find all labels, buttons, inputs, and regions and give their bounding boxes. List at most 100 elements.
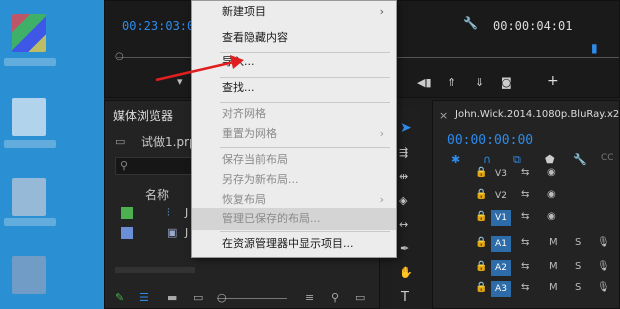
- annotation-arrow-icon: [155, 55, 244, 82]
- desktop-app-icon[interactable]: [12, 256, 46, 294]
- desktop-file-icon[interactable]: [12, 98, 46, 136]
- captions-icon[interactable]: CC: [601, 153, 614, 163]
- menu-item-view-hidden[interactable]: 查看隐藏内容: [192, 27, 396, 49]
- sync-lock-icon[interactable]: ⇆: [521, 261, 529, 272]
- lock-icon[interactable]: 🔒: [475, 261, 487, 272]
- type-tool-icon[interactable]: T: [401, 290, 409, 305]
- solo-button[interactable]: S: [575, 261, 581, 272]
- zoom-slider-handle[interactable]: ○: [217, 291, 227, 304]
- sequence-tab[interactable]: John.Wick.2014.1080p.BluRay.x264-SP: [455, 109, 620, 120]
- icon-view-icon[interactable]: ▬: [167, 291, 177, 304]
- search-bin-icon[interactable]: ⚲: [331, 291, 339, 304]
- track-label[interactable]: V1: [491, 210, 511, 226]
- mute-button[interactable]: M: [549, 261, 558, 272]
- ripple-edit-icon[interactable]: ⇹: [399, 170, 408, 183]
- zoom-slider[interactable]: [217, 298, 287, 299]
- color-label: [121, 227, 133, 239]
- horizontal-scrollbar[interactable]: [115, 267, 195, 273]
- track-v1[interactable]: 🔒 V1 ⇆ ◉: [433, 208, 620, 228]
- menu-item-label: 重置为网格: [222, 127, 277, 140]
- menu-item-reveal-in-explorer[interactable]: 在资源管理器中显示项目...: [192, 233, 396, 255]
- source-timecode[interactable]: 00:23:03:07: [122, 19, 201, 33]
- track-a1[interactable]: 🔒 A1 ⇆ M S 🎙: [433, 234, 620, 254]
- add-button-icon[interactable]: +: [547, 73, 559, 89]
- microphone-icon[interactable]: 🎙: [597, 282, 610, 293]
- extract-icon[interactable]: ⇓: [475, 76, 484, 89]
- mute-button[interactable]: M: [549, 282, 558, 293]
- lock-icon[interactable]: 🔒: [475, 167, 487, 178]
- razor-icon[interactable]: ◈: [399, 194, 407, 207]
- freeform-view-icon[interactable]: ▭: [193, 291, 203, 304]
- menu-item-manage-layouts[interactable]: 管理已保存的布局...: [192, 208, 396, 230]
- track-a2[interactable]: 🔒 A2 ⇆ M S 🎙: [433, 258, 620, 278]
- desktop-app-icon[interactable]: [12, 14, 46, 52]
- menu-item-label: 查看隐藏内容: [222, 31, 288, 44]
- folder-icon: ▭: [115, 135, 126, 148]
- track-label[interactable]: A3: [491, 281, 511, 297]
- selection-tool-icon[interactable]: ➤: [400, 120, 412, 136]
- sync-lock-icon[interactable]: ⇆: [521, 189, 529, 200]
- timeline-timecode[interactable]: 00:00:00:00: [447, 133, 533, 148]
- close-icon[interactable]: ×: [439, 109, 448, 122]
- desktop-file-icon[interactable]: [12, 178, 46, 216]
- new-bin-icon[interactable]: ▭: [355, 291, 365, 304]
- eye-icon[interactable]: ◉: [547, 189, 556, 200]
- camera-icon[interactable]: ◙: [501, 76, 512, 89]
- track-label[interactable]: A1: [491, 236, 511, 252]
- pencil-icon[interactable]: ✎: [115, 291, 124, 304]
- microphone-icon[interactable]: 🎙: [597, 261, 610, 272]
- list-item[interactable]: ▣ J: [115, 225, 195, 243]
- solo-button[interactable]: S: [575, 282, 581, 293]
- menu-item-label: 另存为新布局...: [222, 173, 299, 186]
- sync-lock-icon[interactable]: ⇆: [521, 282, 529, 293]
- desktop-icon-label: [4, 218, 56, 226]
- menu-item-label: 新建项目: [222, 5, 266, 18]
- menu-item-align-to-grid[interactable]: 对齐网格: [192, 103, 396, 125]
- microphone-icon[interactable]: 🎙: [597, 237, 610, 248]
- sync-lock-icon[interactable]: ⇆: [521, 167, 529, 178]
- mute-button[interactable]: M: [549, 237, 558, 248]
- menu-item-reset-to-grid[interactable]: 重置为网格 ›: [192, 123, 396, 145]
- list-item[interactable]: ⫶ J: [115, 205, 195, 223]
- sort-icon[interactable]: ≡: [305, 291, 314, 304]
- step-back-icon[interactable]: ◀▮: [417, 76, 432, 89]
- menu-item-label: 恢复布局: [222, 193, 266, 206]
- context-menu: 新建项目 › 查看隐藏内容 导入... 查找... 对齐网格 重置为网格 › 保…: [191, 0, 397, 258]
- slip-icon[interactable]: ↔: [399, 218, 408, 231]
- lock-icon[interactable]: 🔒: [475, 189, 487, 200]
- solo-button[interactable]: S: [575, 237, 581, 248]
- sequence-icon: ⫶: [167, 206, 170, 219]
- menu-separator: [220, 231, 390, 232]
- playhead-marker-icon[interactable]: ▮: [591, 41, 598, 55]
- track-v3[interactable]: 🔒 V3 ⇆ ◉: [433, 164, 620, 184]
- wrench-icon[interactable]: 🔧: [463, 16, 478, 30]
- track-select-icon[interactable]: ⇶: [399, 146, 408, 159]
- lock-icon[interactable]: 🔒: [475, 237, 487, 248]
- eye-icon[interactable]: ◉: [547, 167, 556, 178]
- color-label: [121, 207, 133, 219]
- track-label[interactable]: V3: [491, 166, 511, 182]
- playhead-icon[interactable]: ○: [115, 51, 124, 62]
- menu-item-label: 在资源管理器中显示项目...: [222, 237, 354, 250]
- menu-item-save-as-layout[interactable]: 另存为新布局...: [192, 169, 396, 191]
- track-v2[interactable]: 🔒 V2 ⇆ ◉: [433, 186, 620, 206]
- hand-tool-icon[interactable]: ✋: [399, 266, 413, 279]
- timeline-panel: × John.Wick.2014.1080p.BluRay.x264-SP 00…: [432, 100, 620, 309]
- program-scrub-bar[interactable]: [385, 57, 619, 58]
- lock-icon[interactable]: 🔒: [475, 282, 487, 293]
- sync-lock-icon[interactable]: ⇆: [521, 211, 529, 222]
- sync-lock-icon[interactable]: ⇆: [521, 237, 529, 248]
- track-label[interactable]: A2: [491, 260, 511, 276]
- lift-icon[interactable]: ⇑: [447, 76, 456, 89]
- list-view-icon[interactable]: ☰: [139, 291, 149, 304]
- track-label[interactable]: V2: [491, 188, 511, 204]
- lock-icon[interactable]: 🔒: [475, 211, 487, 222]
- menu-item-label: 保存当前布局: [222, 153, 288, 166]
- eye-icon[interactable]: ◉: [547, 211, 556, 222]
- panel-tab[interactable]: 媒体浏览器: [113, 107, 173, 124]
- menu-item-save-layout[interactable]: 保存当前布局: [192, 149, 396, 171]
- track-a3[interactable]: 🔒 A3 ⇆ M S 🎙: [433, 279, 620, 299]
- column-header-name[interactable]: 名称: [145, 186, 169, 203]
- pen-tool-icon[interactable]: ✒: [400, 242, 409, 255]
- menu-item-new-item[interactable]: 新建项目 ›: [192, 1, 396, 23]
